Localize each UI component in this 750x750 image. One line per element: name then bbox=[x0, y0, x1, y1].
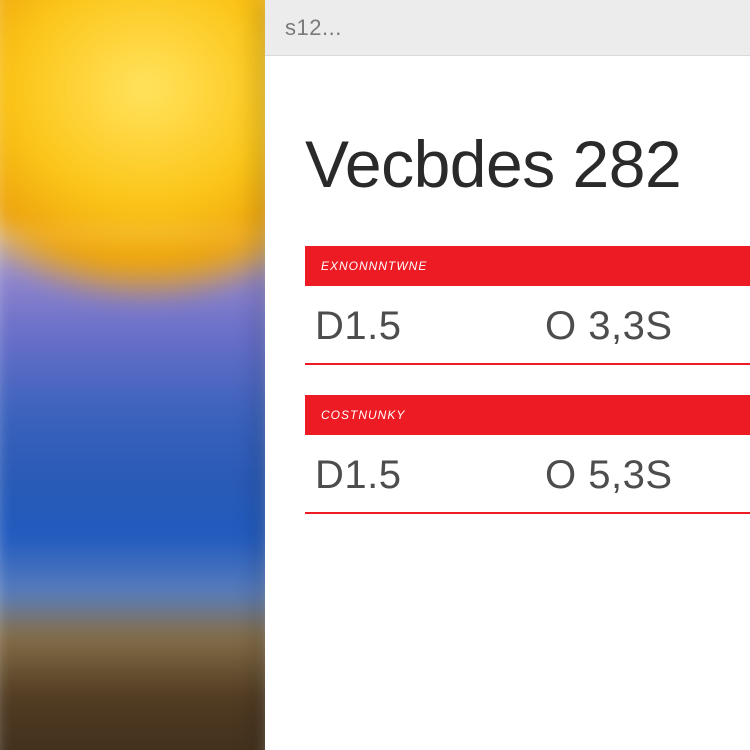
panel-content: Vecbdes 282 eXnonnntwne D1.5 O 3,3S COST… bbox=[265, 56, 750, 514]
app-panel: s12... Vecbdes 282 eXnonnntwne D1.5 O 3,… bbox=[265, 0, 750, 750]
wallpaper-scenic bbox=[0, 0, 276, 750]
page-title: Vecbdes 282 bbox=[305, 126, 750, 202]
row-right-value: O 5,3S bbox=[545, 453, 673, 498]
section-1: eXnonnntwne D1.5 O 3,3S bbox=[305, 246, 750, 365]
row-left-value: D1.5 bbox=[315, 304, 425, 349]
window-titlebar: s12... bbox=[265, 0, 750, 56]
window-title-text: s12... bbox=[285, 15, 342, 41]
row-right-value: O 3,3S bbox=[545, 304, 673, 349]
data-row: D1.5 O 3,3S bbox=[305, 286, 750, 365]
section-2: COSTNUNKY D1.5 O 5,3S bbox=[305, 395, 750, 514]
section-header-label: COSTNUNKY bbox=[321, 408, 405, 422]
section-header-label: eXnonnntwne bbox=[321, 259, 427, 273]
row-left-value: D1.5 bbox=[315, 453, 425, 498]
data-row: D1.5 O 5,3S bbox=[305, 435, 750, 514]
section-header-bar: COSTNUNKY bbox=[305, 395, 750, 435]
section-header-bar: eXnonnntwne bbox=[305, 246, 750, 286]
